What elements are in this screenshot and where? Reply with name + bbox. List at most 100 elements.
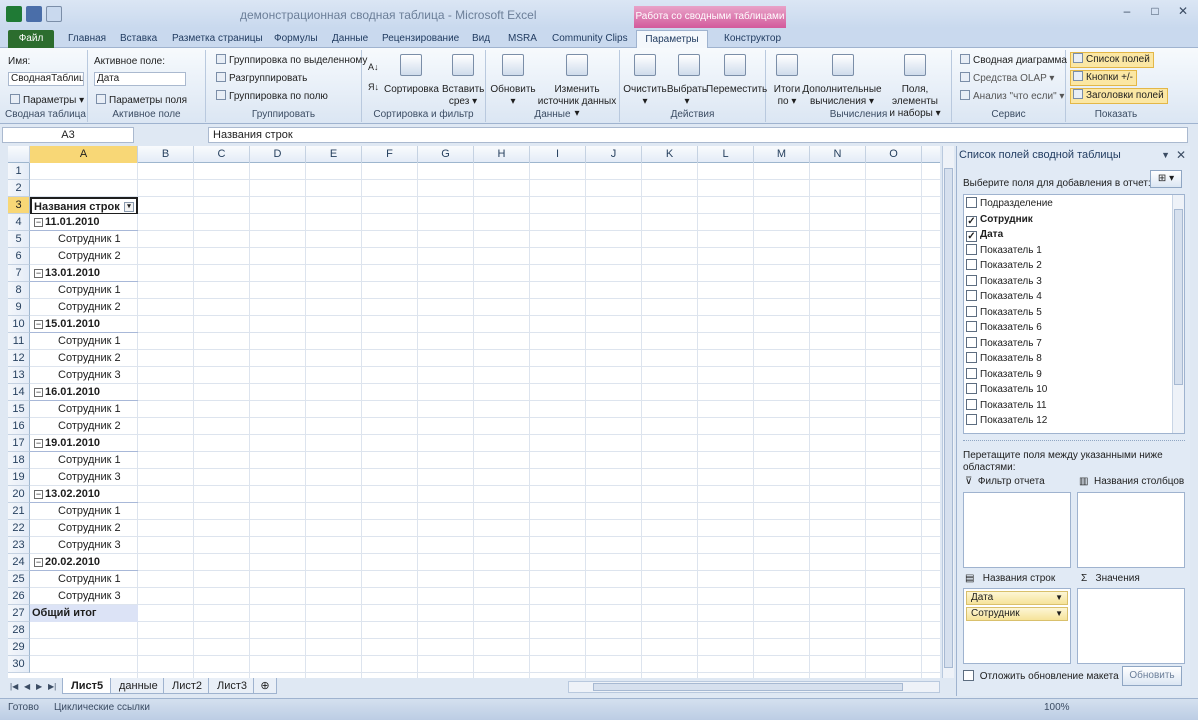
checkbox[interactable] bbox=[966, 197, 977, 208]
select-icon[interactable] bbox=[678, 54, 700, 76]
totals-icon[interactable] bbox=[776, 54, 798, 76]
pivot-employee-row[interactable]: Сотрудник 3 bbox=[30, 367, 138, 384]
values-area[interactable] bbox=[1077, 588, 1185, 664]
pivot-employee-row[interactable]: Сотрудник 2 bbox=[30, 520, 138, 537]
move-icon[interactable] bbox=[724, 54, 746, 76]
collapse-icon[interactable]: − bbox=[34, 558, 43, 567]
pivot-employee-row[interactable]: Сотрудник 1 bbox=[30, 452, 138, 469]
maximize-icon[interactable]: □ bbox=[1148, 4, 1162, 18]
row-header[interactable]: 17 bbox=[8, 435, 30, 452]
row-header[interactable]: 26 bbox=[8, 588, 30, 605]
refresh-icon[interactable] bbox=[502, 54, 524, 76]
collapse-icon[interactable]: − bbox=[34, 218, 43, 227]
row-header[interactable]: 28 bbox=[8, 622, 30, 639]
column-header[interactable]: H bbox=[474, 146, 530, 163]
column-header[interactable]: G bbox=[418, 146, 474, 163]
sort-az-icon[interactable]: A↓ bbox=[368, 62, 379, 72]
pivot-grand-total-row[interactable]: Общий итог bbox=[30, 605, 138, 622]
checkbox[interactable] bbox=[966, 259, 977, 270]
column-header[interactable]: J bbox=[586, 146, 642, 163]
insert-sheet-icon[interactable]: ⊕ bbox=[253, 678, 277, 694]
group-field-button[interactable]: Группировка по полю bbox=[216, 90, 328, 102]
checked-checkbox[interactable]: ✓ bbox=[966, 215, 977, 227]
column-header[interactable]: A bbox=[30, 146, 138, 163]
checkbox[interactable] bbox=[966, 243, 977, 255]
pivot-date-row[interactable]: −19.01.2010 bbox=[30, 435, 138, 452]
pivot-employee-row[interactable]: Сотрудник 1 bbox=[30, 571, 138, 588]
checked-checkbox[interactable]: ✓ bbox=[966, 231, 977, 242]
select-all-corner[interactable] bbox=[8, 146, 30, 163]
pane-splitter[interactable] bbox=[963, 440, 1185, 442]
zoom-level[interactable]: 100% bbox=[1044, 702, 1070, 713]
row-labels-area[interactable]: Дата ▼ Сотрудник ▼ bbox=[963, 588, 1071, 664]
checkbox[interactable] bbox=[966, 398, 977, 410]
field-item[interactable]: Показатель 2 bbox=[966, 259, 1042, 274]
column-header[interactable]: M bbox=[754, 146, 810, 163]
tab-formulas[interactable]: Формулы bbox=[268, 30, 324, 48]
refresh-button[interactable]: Обновить ▾ bbox=[488, 84, 538, 108]
row-header[interactable]: 13 bbox=[8, 367, 30, 384]
clear-button[interactable]: Очистить ▾ bbox=[622, 84, 668, 108]
horizontal-scroll-thumb[interactable] bbox=[593, 683, 903, 691]
field-item[interactable]: ✓ Сотрудник bbox=[966, 213, 1033, 228]
sheet-tab-data[interactable]: данные bbox=[110, 678, 167, 694]
column-header[interactable]: K bbox=[642, 146, 698, 163]
row-header[interactable]: 25 bbox=[8, 571, 30, 588]
close-icon[interactable]: ✕ bbox=[1176, 4, 1190, 18]
checkbox[interactable] bbox=[966, 305, 977, 317]
tab-design[interactable]: Конструктор bbox=[718, 30, 787, 48]
sheet-tab-list5[interactable]: Лист5 bbox=[62, 678, 113, 694]
column-header[interactable]: E bbox=[306, 146, 362, 163]
pivot-date-row[interactable]: −16.01.2010 bbox=[30, 384, 138, 401]
pane-close-icon[interactable]: ✕ bbox=[1176, 148, 1186, 162]
field-item[interactable]: Показатель 5 bbox=[966, 305, 1042, 321]
row-header[interactable]: 23 bbox=[8, 537, 30, 554]
next-sheet-icon[interactable]: ▶ bbox=[36, 682, 42, 691]
checkbox[interactable] bbox=[966, 274, 977, 286]
select-button[interactable]: Выбрать ▾ bbox=[666, 84, 708, 108]
pane-dropdown-icon[interactable]: ▼ bbox=[1161, 150, 1170, 160]
vertical-scrollbar[interactable] bbox=[942, 146, 954, 678]
row-header[interactable]: 7 bbox=[8, 265, 30, 282]
minimize-icon[interactable]: – bbox=[1120, 4, 1134, 18]
pivot-employee-row[interactable]: Сотрудник 1 bbox=[30, 333, 138, 350]
pivot-options-button[interactable]: Параметры ▾ bbox=[10, 94, 84, 106]
field-settings-button[interactable]: Параметры поля bbox=[96, 94, 187, 106]
tab-home[interactable]: Главная bbox=[62, 30, 112, 48]
row-header[interactable]: 22 bbox=[8, 520, 30, 537]
tab-review[interactable]: Рецензирование bbox=[376, 30, 465, 48]
row-header[interactable]: 24 bbox=[8, 554, 30, 571]
field-item[interactable]: Показатель 3 bbox=[966, 274, 1042, 290]
field-item[interactable]: Показатель 6 bbox=[966, 321, 1042, 336]
row-field-employee[interactable]: Сотрудник ▼ bbox=[966, 607, 1068, 621]
sort-za-icon[interactable]: Я↓ bbox=[368, 82, 379, 92]
active-field-input[interactable]: Дата bbox=[94, 72, 186, 86]
clear-icon[interactable] bbox=[634, 54, 656, 76]
field-item[interactable]: ✓ Дата bbox=[966, 228, 1003, 243]
field-item[interactable]: Показатель 7 bbox=[966, 336, 1042, 352]
row-header[interactable]: 21 bbox=[8, 503, 30, 520]
buttons-toggle[interactable]: Кнопки +/- bbox=[1070, 70, 1138, 86]
vertical-scroll-thumb[interactable] bbox=[944, 168, 953, 668]
pivot-employee-row[interactable]: Сотрудник 2 bbox=[30, 299, 138, 316]
filter-dropdown-icon[interactable]: ▾ bbox=[124, 202, 134, 212]
field-item[interactable]: Показатель 8 bbox=[966, 352, 1042, 367]
column-header[interactable]: N bbox=[810, 146, 866, 163]
pivot-date-row[interactable]: −11.01.2010 bbox=[30, 214, 138, 231]
field-item[interactable]: Показатель 9 bbox=[966, 367, 1042, 383]
dropdown-arrow-icon[interactable]: ▼ bbox=[1055, 592, 1063, 604]
tab-options[interactable]: Параметры bbox=[636, 30, 708, 48]
tab-community-clips[interactable]: Community Clips bbox=[546, 30, 634, 48]
collapse-icon[interactable]: − bbox=[34, 269, 43, 278]
field-item[interactable]: Подразделение bbox=[966, 197, 1053, 212]
fields-items-icon[interactable] bbox=[904, 54, 926, 76]
pivot-employee-row[interactable]: Сотрудник 2 bbox=[30, 350, 138, 367]
column-header[interactable]: F bbox=[362, 146, 418, 163]
row-header[interactable]: 8 bbox=[8, 282, 30, 299]
save-icon[interactable] bbox=[26, 6, 42, 22]
report-filter-area[interactable] bbox=[963, 492, 1071, 568]
row-header[interactable]: 16 bbox=[8, 418, 30, 435]
dropdown-arrow-icon[interactable]: ▼ bbox=[1055, 608, 1063, 620]
sort-button[interactable]: Сортировка bbox=[384, 84, 439, 96]
pivot-employee-row[interactable]: Сотрудник 3 bbox=[30, 588, 138, 605]
